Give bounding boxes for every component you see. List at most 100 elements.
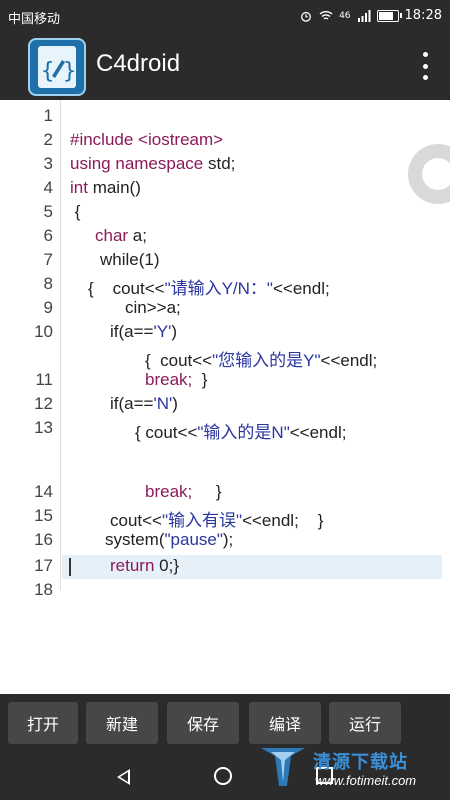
code-line[interactable]: 3 using namespace std; bbox=[0, 154, 450, 178]
code-keyword: break; bbox=[145, 370, 193, 389]
watermark-text: 清源下载站 bbox=[313, 752, 408, 773]
code-text: return 0;} bbox=[110, 556, 179, 576]
code-line[interactable]: 18 bbox=[0, 580, 450, 604]
line-number: 10 bbox=[34, 322, 53, 341]
overflow-menu-icon[interactable] bbox=[420, 52, 430, 80]
code-text: while(1) bbox=[100, 250, 160, 270]
new-button[interactable]: 新建 bbox=[86, 702, 158, 744]
code-text: char a; bbox=[95, 226, 147, 246]
line-number: 3 bbox=[43, 154, 53, 173]
open-button[interactable]: 打开 bbox=[8, 702, 78, 744]
line-number: 13 bbox=[34, 418, 53, 437]
code-token: while(1) bbox=[100, 250, 160, 269]
status-bar: 中国移动 46 18:28 bbox=[0, 0, 450, 32]
watermark-logo-icon bbox=[261, 748, 305, 786]
code-text: cin>>a; bbox=[125, 298, 181, 318]
code-text: if(a=='Y') bbox=[110, 322, 177, 342]
line-number: 7 bbox=[43, 250, 53, 269]
code-keyword: #include <iostream> bbox=[70, 130, 224, 149]
home-icon[interactable] bbox=[214, 767, 232, 785]
code-editor[interactable]: 1 2 #include <iostream> 3 using namespace st… bbox=[0, 100, 450, 690]
code-line[interactable]: 9 cin>>a; bbox=[0, 298, 450, 322]
code-token: ); bbox=[222, 530, 234, 549]
code-text: using namespace std; bbox=[70, 154, 235, 174]
line-number: 1 bbox=[43, 106, 53, 125]
code-string: "您输入的是Y" bbox=[212, 351, 321, 370]
code-string: "输入的是N" bbox=[197, 423, 290, 442]
code-token: ) bbox=[171, 322, 177, 341]
line-number: 9 bbox=[43, 298, 53, 317]
code-token: <<endl; bbox=[289, 423, 347, 442]
code-text: { bbox=[70, 202, 81, 222]
line-number: 16 bbox=[34, 530, 53, 549]
back-icon[interactable] bbox=[117, 769, 130, 785]
line-number: 17 bbox=[34, 556, 53, 575]
save-button[interactable]: 保存 bbox=[167, 702, 239, 744]
line-number: 4 bbox=[43, 178, 53, 197]
code-token: cin>>a; bbox=[125, 298, 181, 317]
battery-icon bbox=[376, 9, 402, 22]
code-token: <<endl; bbox=[320, 351, 378, 370]
wifi-icon bbox=[319, 10, 333, 20]
status-icons: 46 18:28 bbox=[299, 8, 442, 23]
line-number: 14 bbox=[34, 482, 53, 501]
watermark: 清源下载站 www.fotimeit.com bbox=[255, 740, 445, 796]
line-number: 18 bbox=[34, 580, 53, 599]
compile-button[interactable]: 编译 bbox=[249, 702, 321, 744]
network-type: 46 bbox=[339, 10, 351, 21]
code-text: #include <iostream> bbox=[70, 130, 223, 150]
code-token: system( bbox=[105, 530, 165, 549]
code-line[interactable]: 13 { cout<<"输入的是N"<<endl; bbox=[0, 418, 450, 442]
code-line[interactable]: 10 if(a=='Y') bbox=[0, 322, 450, 346]
code-line[interactable]: 11 break; } bbox=[0, 370, 450, 394]
carrier-name: 中国移动 bbox=[8, 12, 61, 27]
line-number: 5 bbox=[43, 202, 53, 221]
code-text: { cout<<"请输入Y/N："<<endl; bbox=[88, 274, 330, 299]
code-line[interactable]: 12 if(a=='N') bbox=[0, 394, 450, 418]
code-token: { cout<< bbox=[88, 279, 165, 298]
code-token: cout<< bbox=[110, 511, 162, 530]
app-logo: { } bbox=[28, 38, 86, 96]
line-number: 11 bbox=[35, 370, 53, 389]
code-line[interactable]: { cout<<"您输入的是Y"<<endl; bbox=[0, 346, 450, 370]
code-line[interactable]: 14 break; } bbox=[0, 482, 450, 506]
code-line[interactable]: 7 while(1) bbox=[0, 250, 450, 274]
code-token: if(a== bbox=[110, 322, 154, 341]
code-token: } bbox=[192, 370, 208, 389]
line-number: 12 bbox=[34, 394, 53, 413]
code-line[interactable]: 4 int main() bbox=[0, 178, 450, 202]
code-keyword: using namespace bbox=[70, 154, 204, 173]
code-text: { cout<<"您输入的是Y"<<endl; bbox=[145, 346, 377, 371]
watermark-url: www.fotimeit.com bbox=[315, 773, 417, 788]
code-line[interactable] bbox=[0, 458, 450, 482]
line-number: 8 bbox=[43, 274, 53, 293]
code-string: "请输入Y/N：" bbox=[164, 279, 273, 298]
code-line[interactable]: 5 { bbox=[0, 202, 450, 226]
alarm-icon bbox=[301, 11, 312, 22]
app-title: C4droid bbox=[96, 50, 181, 77]
code-keyword: int bbox=[70, 178, 88, 197]
run-button[interactable]: 运行 bbox=[329, 702, 401, 744]
code-line[interactable]: 6 char a; bbox=[0, 226, 450, 250]
line-number: 15 bbox=[34, 506, 53, 525]
code-string: 'N' bbox=[153, 394, 173, 413]
clock: 18:28 bbox=[404, 8, 442, 23]
code-line[interactable]: 15 cout<<"输入有误"<<endl; } bbox=[0, 506, 450, 530]
code-token: main() bbox=[87, 178, 141, 197]
code-string: 'Y' bbox=[153, 322, 172, 341]
code-text: system("pause"); bbox=[105, 530, 233, 550]
code-token: <<endl; bbox=[272, 279, 330, 298]
code-token: { cout<< bbox=[135, 423, 198, 442]
code-token: } bbox=[192, 482, 222, 501]
code-line[interactable]: 1 bbox=[0, 106, 450, 130]
line-number: 6 bbox=[43, 226, 53, 245]
code-string: "输入有误" bbox=[162, 511, 243, 530]
code-text: cout<<"输入有误"<<endl; } bbox=[110, 506, 323, 531]
code-line[interactable]: 16 system("pause"); bbox=[0, 530, 450, 554]
code-text: if(a=='N') bbox=[110, 394, 178, 414]
code-line[interactable]: 2 #include <iostream> bbox=[0, 130, 450, 154]
code-line[interactable]: 8 { cout<<"请输入Y/N："<<endl; bbox=[0, 274, 450, 298]
code-text: break; } bbox=[145, 482, 222, 502]
code-line[interactable]: 17 return 0;} bbox=[0, 556, 450, 580]
code-keyword: char bbox=[95, 226, 129, 245]
